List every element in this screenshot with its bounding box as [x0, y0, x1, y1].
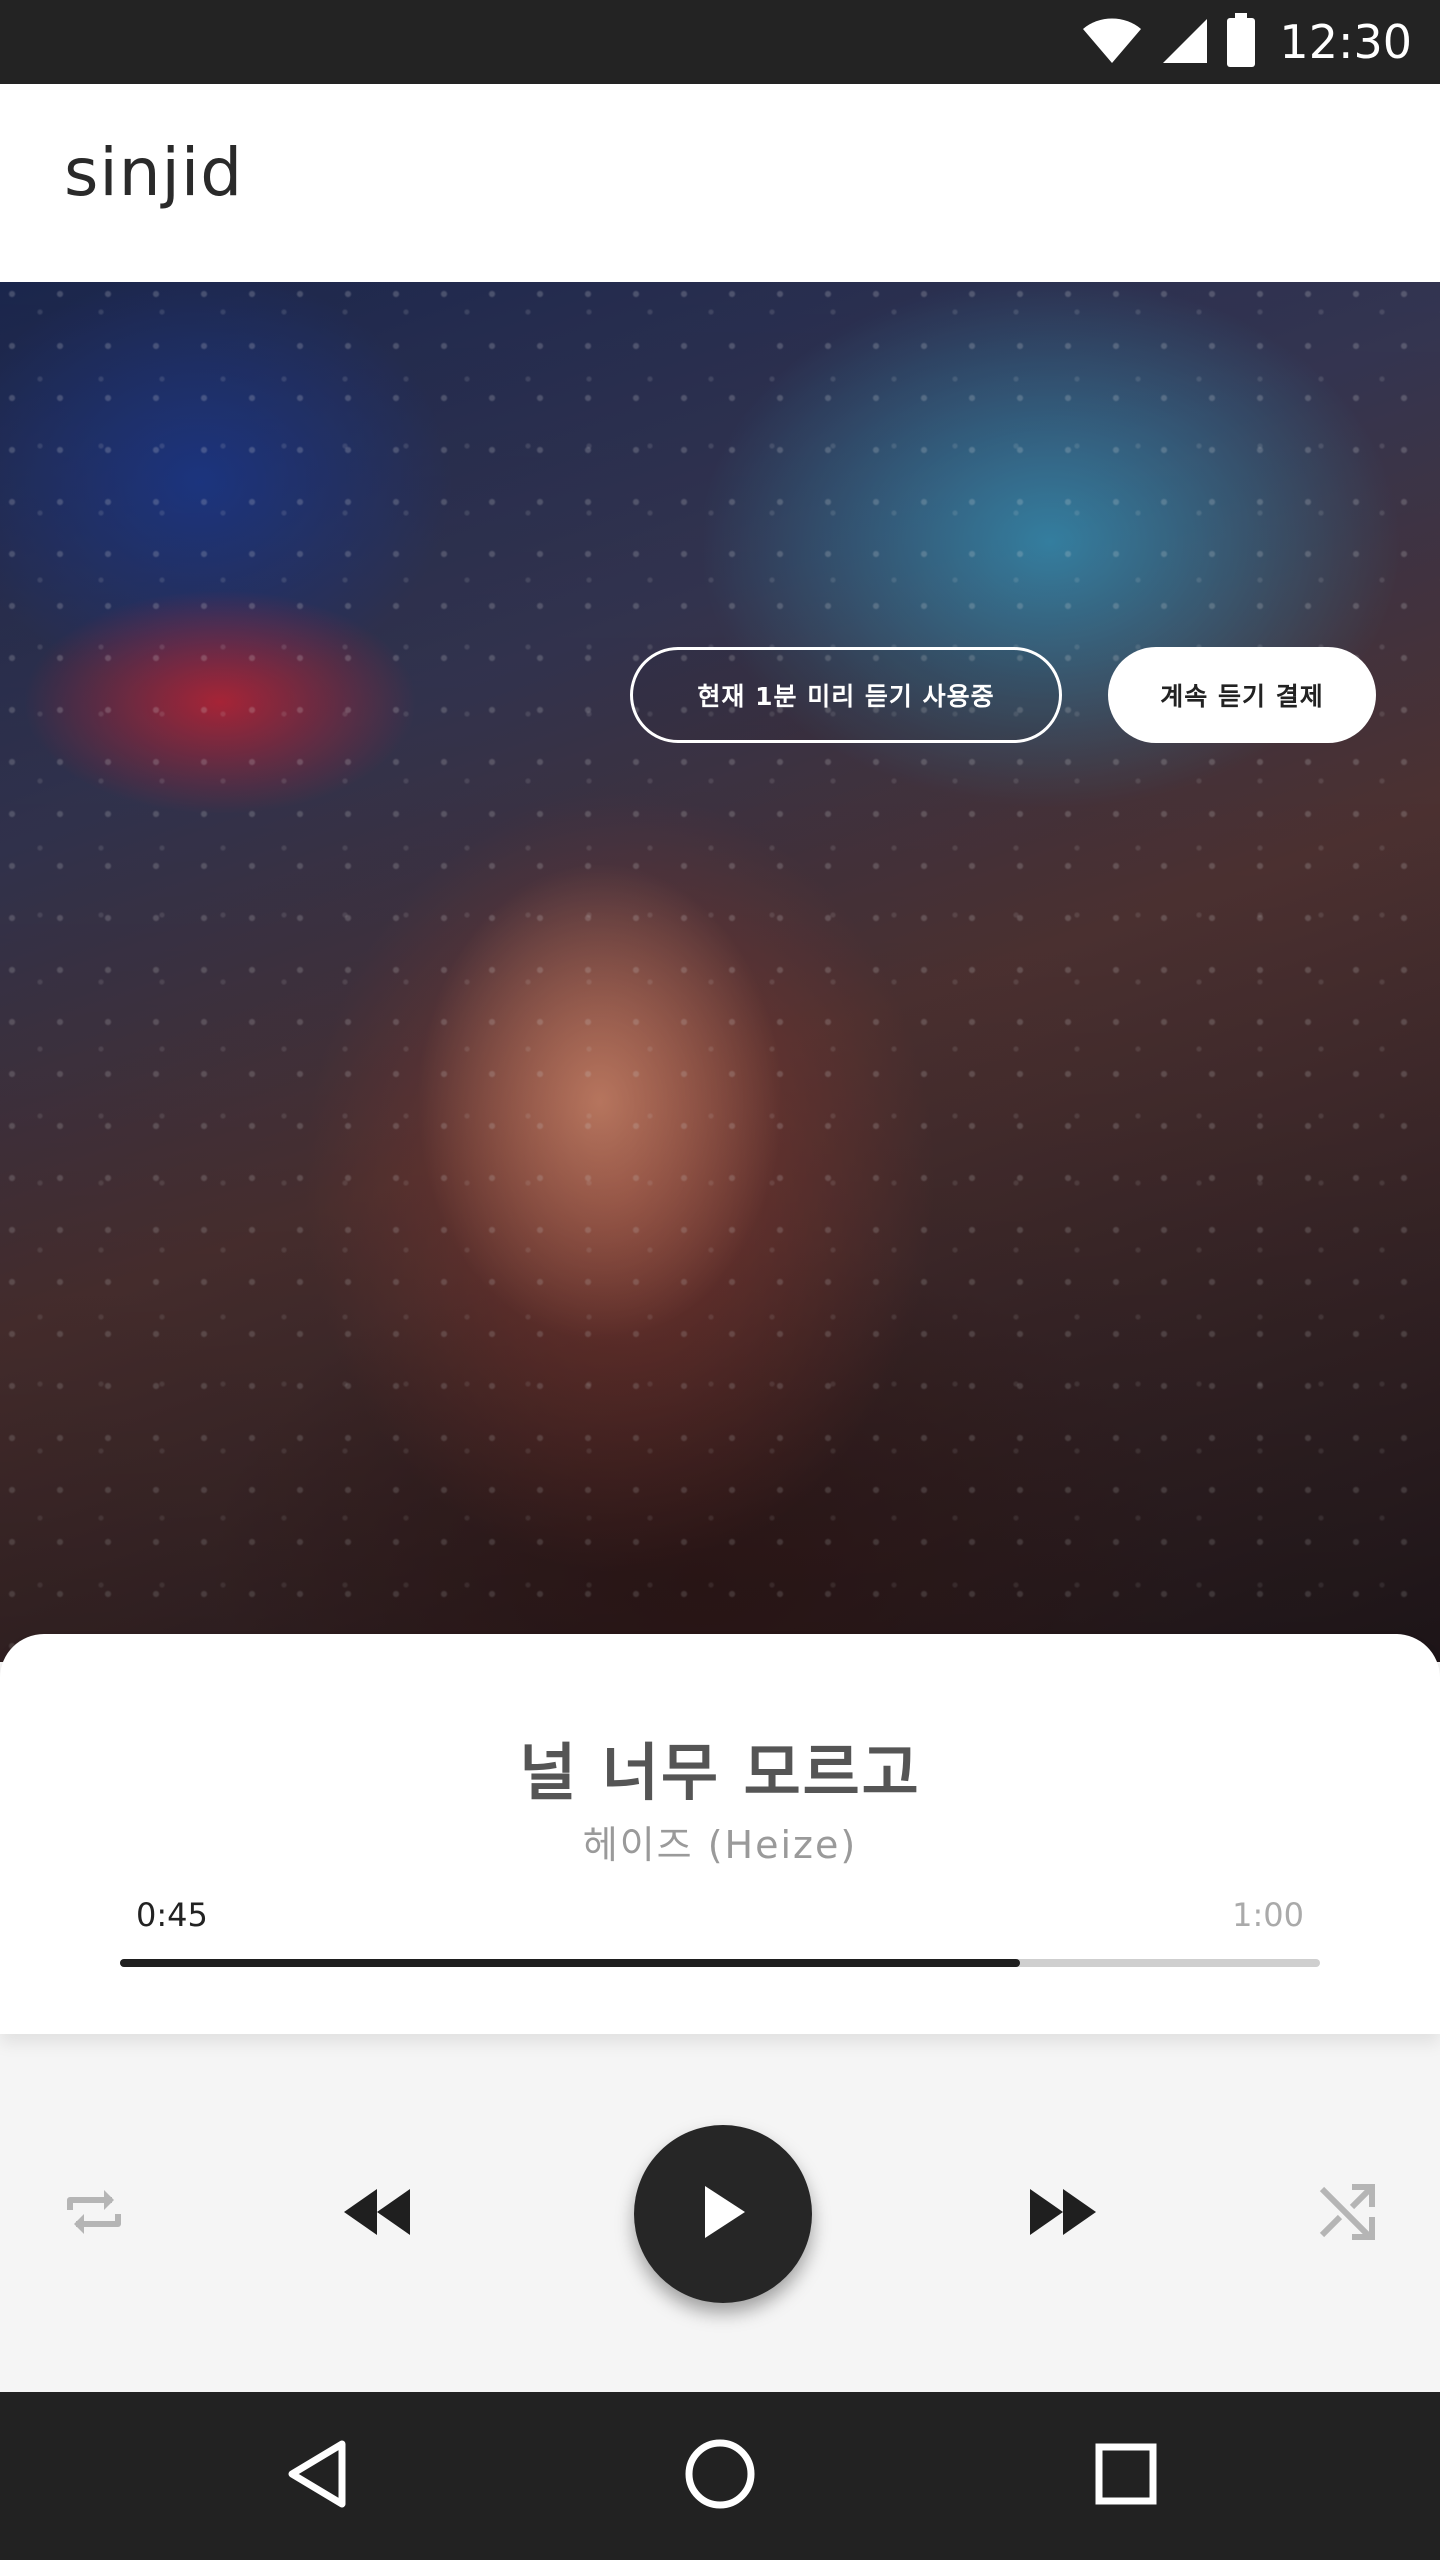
- progress-slider[interactable]: [120, 1959, 1320, 1967]
- brand-logo[interactable]: sinjid: [64, 134, 243, 211]
- player-screen: 12:30 sinjid 현재 1분 미리 듣기 사용중 계속 듣기 결제 널 …: [0, 0, 1440, 2560]
- battery-icon: [1227, 13, 1256, 71]
- fast-forward-icon: [1028, 2187, 1098, 2241]
- nav-home-button[interactable]: [640, 2392, 800, 2560]
- preview-status-badge[interactable]: 현재 1분 미리 듣기 사용중: [630, 647, 1062, 743]
- play-button[interactable]: [634, 2125, 812, 2303]
- continue-listening-purchase-button[interactable]: 계속 듣기 결제: [1108, 647, 1376, 743]
- play-icon: [697, 2184, 749, 2244]
- progress-fill: [120, 1959, 1020, 1967]
- app-header: sinjid: [0, 84, 1440, 282]
- rewind-button[interactable]: [334, 2176, 420, 2252]
- nav-back-button[interactable]: [236, 2392, 396, 2560]
- playback-controls: [0, 2034, 1440, 2392]
- time-elapsed: 0:45: [136, 1896, 208, 1934]
- status-bar: 12:30: [0, 0, 1440, 84]
- home-icon: [684, 2438, 756, 2514]
- wifi-icon: [1081, 15, 1143, 69]
- system-nav-bar: [0, 2392, 1440, 2560]
- nav-recents-button[interactable]: [1046, 2392, 1206, 2560]
- status-icons: 12:30: [1081, 0, 1412, 84]
- status-time: 12:30: [1279, 15, 1412, 69]
- recents-icon: [1095, 2443, 1157, 2509]
- fast-forward-button[interactable]: [1020, 2176, 1106, 2252]
- album-art-shade: [0, 282, 1440, 1662]
- time-total: 1:00: [1232, 1896, 1304, 1934]
- album-art: 현재 1분 미리 듣기 사용중 계속 듣기 결제: [0, 282, 1440, 1662]
- repeat-icon: [62, 2180, 126, 2248]
- track-title: 널 너무 모르고: [519, 1736, 921, 1809]
- track-info-card: 널 너무 모르고 헤이즈 (Heize) 0:45 1:00: [0, 1634, 1440, 2034]
- shuffle-button[interactable]: [1306, 2176, 1388, 2252]
- track-artist: 헤이즈 (Heize): [582, 1823, 858, 1867]
- signal-icon: [1161, 15, 1209, 69]
- repeat-button[interactable]: [54, 2176, 134, 2252]
- back-icon: [284, 2438, 348, 2514]
- rewind-icon: [342, 2187, 412, 2241]
- shuffle-icon: [1316, 2181, 1378, 2247]
